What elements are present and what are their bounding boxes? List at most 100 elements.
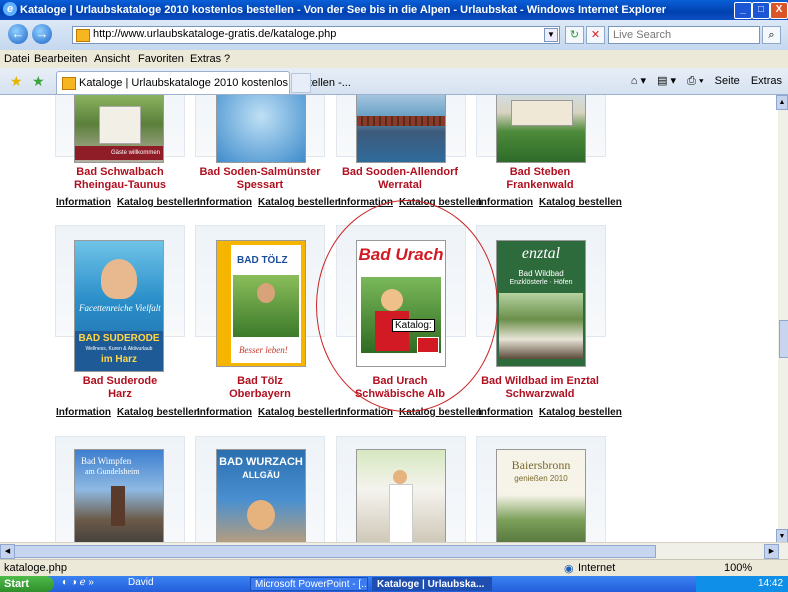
tab-kataloge[interactable]: Kataloge | Urlaubskataloge 2010 kostenlo… xyxy=(56,71,351,94)
cover-harz: im Harz xyxy=(100,354,138,365)
vertical-scrollbar[interactable]: ▲ ▼ xyxy=(776,95,788,544)
minimize-button[interactable]: _ xyxy=(734,2,752,19)
cover-title: enztal xyxy=(521,245,561,262)
home-icon[interactable]: ⌂ ▾ xyxy=(631,75,646,87)
catalog-cover-wurzach[interactable]: BAD WURZACH ALLGÄU xyxy=(216,449,306,542)
catalog-cover-enztal[interactable]: enztal Bad Wildbad Enzklösterle · Höfen xyxy=(496,240,586,367)
add-favorite-icon[interactable]: ★ xyxy=(32,73,45,90)
taskbar-user[interactable]: David xyxy=(128,577,154,588)
taskbar-ie[interactable]: Kataloge | Urlaubska... xyxy=(372,577,492,591)
cover-caption: Gäste willkommen xyxy=(75,146,163,160)
order-link[interactable]: Katalog bestellen xyxy=(258,407,341,418)
catalog-name[interactable]: Bad Sooden-Allendorf Werratal xyxy=(330,166,470,192)
catalog-cover-suderode[interactable]: Facettenreiche Vielfalt BAD SUDERODE Wel… xyxy=(74,240,164,372)
quicklaunch-icons[interactable]: ◐ ◑ ℯ » xyxy=(62,577,94,588)
information-link[interactable]: Information xyxy=(56,407,111,418)
cover-subtitle: Bad Wildbad xyxy=(518,269,564,278)
catalog-links: Information Katalog bestellen xyxy=(478,407,628,418)
catalog-cover-toelz[interactable]: BAD TÖLZ Besser leben! xyxy=(216,240,306,367)
tab-page-icon xyxy=(62,77,76,90)
scroll-up-icon[interactable]: ▲ xyxy=(776,95,788,110)
order-link[interactable]: Katalog bestellen xyxy=(117,197,200,208)
url-field[interactable]: http://www.urlaubskataloge-gratis.de/kat… xyxy=(72,26,560,44)
search-placeholder: Live Search xyxy=(613,29,672,41)
catalog-links: Information Katalog bestellen xyxy=(197,197,347,208)
catalog-name[interactable]: Bad Schwalbach Rheingau-Taunus xyxy=(50,166,190,192)
order-link[interactable]: Katalog bestellen xyxy=(539,197,622,208)
menu-bearbeiten[interactable]: Bearbeiten xyxy=(34,53,87,65)
information-link[interactable]: Information xyxy=(56,197,111,208)
menu-datei[interactable]: Datei xyxy=(4,53,30,65)
cover-title: BAD SUDERODE xyxy=(78,333,160,344)
start-button[interactable]: Start xyxy=(0,576,54,592)
page-content: Gäste willkommen Bad Schwalbach Rheingau-… xyxy=(0,95,778,542)
new-tab-button[interactable] xyxy=(291,73,311,93)
zoom-level[interactable]: 100% xyxy=(724,562,752,574)
cover-script: Besser leben! xyxy=(239,345,288,355)
menu-bar: Datei Bearbeiten Ansicht Favoriten Extra… xyxy=(0,50,788,69)
zone-label: Internet xyxy=(578,562,616,574)
cover-script: Facettenreiche Vielfalt xyxy=(79,303,161,313)
menu-help[interactable]: ? xyxy=(224,53,230,65)
ie-icon: e xyxy=(3,2,17,16)
catalog-cover-sooden[interactable] xyxy=(356,95,446,163)
scroll-left-icon[interactable]: ◀ xyxy=(0,544,15,559)
back-button[interactable]: ← xyxy=(8,24,28,44)
information-link[interactable]: Information xyxy=(478,407,533,418)
cover-title: Baiersbronn xyxy=(511,458,571,472)
catalog-cover-bad[interactable] xyxy=(356,449,446,542)
cover-subtitle: ALLGÄU xyxy=(242,470,280,480)
print-icon[interactable]: ⎙ ▾ xyxy=(687,75,703,87)
feeds-icon[interactable]: ▤ ▾ xyxy=(657,75,676,87)
url-dropdown-icon[interactable]: ▼ xyxy=(544,28,558,42)
scroll-thumb[interactable] xyxy=(779,320,788,358)
catalog-cover-schwalbach[interactable]: Gäste willkommen xyxy=(74,95,164,163)
catalog-cover-soden[interactable] xyxy=(216,95,306,163)
horizontal-scrollbar[interactable]: ◀ ▶ xyxy=(0,542,788,559)
catalog-cover-wimpfen[interactable]: Bad Wimpfen am Gundelsheim xyxy=(74,449,164,542)
order-link[interactable]: Katalog bestellen xyxy=(258,197,341,208)
information-link[interactable]: Information xyxy=(478,197,533,208)
catalog-cover-steben[interactable] xyxy=(496,95,586,163)
taskbar-powerpoint[interactable]: Microsoft PowerPoint - [... xyxy=(250,577,368,591)
menu-favoriten[interactable]: Favoriten xyxy=(138,53,184,65)
window-title: Kataloge | Urlaubskataloge 2010 kostenlo… xyxy=(20,4,667,16)
catalog-cover-baiersbronn[interactable]: Baiersbronn genießen 2010 xyxy=(496,449,586,542)
catalog-name[interactable]: Bad Steben Frankenwald xyxy=(470,166,610,192)
catalog-name[interactable]: Bad Tölz Oberbayern xyxy=(190,375,330,401)
close-button[interactable]: X xyxy=(770,2,788,19)
catalog-links: Information Katalog bestellen xyxy=(197,407,347,418)
cover-subtitle: Wellness, Kuren & Aktivurlaub xyxy=(85,346,153,352)
menu-ansicht[interactable]: Ansicht xyxy=(94,53,130,65)
extras-menu[interactable]: Extras xyxy=(751,75,782,87)
menu-extras[interactable]: Extras xyxy=(190,53,221,65)
stop-button[interactable]: ✕ xyxy=(586,26,605,44)
information-link[interactable]: Information xyxy=(197,407,252,418)
maximize-button[interactable]: □ xyxy=(752,2,770,19)
catalog-name[interactable]: Bad Soden-Salmünster Spessart xyxy=(190,166,330,192)
scroll-right-icon[interactable]: ▶ xyxy=(764,544,779,559)
status-text: kataloge.php xyxy=(4,562,67,574)
tab-bar: ★ ★ Kataloge | Urlaubskataloge 2010 kost… xyxy=(0,68,788,95)
catalog-name[interactable]: Bad Suderode Harz xyxy=(50,375,190,401)
catalog-name[interactable]: Bad Wildbad im Enztal Schwarzwald xyxy=(470,375,610,401)
favorites-star-icon[interactable]: ★ xyxy=(10,73,23,90)
order-link[interactable]: Katalog bestellen xyxy=(539,407,622,418)
order-link[interactable]: Katalog bestellen xyxy=(117,407,200,418)
cover-title: Bad Wimpfen xyxy=(81,456,132,466)
information-link[interactable]: Information xyxy=(197,197,252,208)
search-input[interactable]: Live Search xyxy=(608,26,760,44)
refresh-button[interactable]: ↻ xyxy=(565,26,584,44)
search-icon[interactable]: ⌕ xyxy=(762,26,781,44)
forward-button[interactable]: → xyxy=(32,24,52,44)
page-icon xyxy=(76,29,90,42)
hscroll-thumb[interactable] xyxy=(14,545,656,558)
internet-zone-icon: ◉ xyxy=(564,563,574,575)
address-toolbar: ← → http://www.urlaubskataloge-gratis.de… xyxy=(0,20,788,50)
status-bar: kataloge.php ◉ Internet 100% xyxy=(0,559,788,576)
cover-subtitle: genießen 2010 xyxy=(514,474,568,483)
page-menu[interactable]: Seite xyxy=(715,75,740,87)
cover-title: BAD TÖLZ xyxy=(237,255,288,266)
catalog-links: Information Katalog bestellen xyxy=(56,197,206,208)
cover-title: BAD WURZACH xyxy=(219,456,303,468)
